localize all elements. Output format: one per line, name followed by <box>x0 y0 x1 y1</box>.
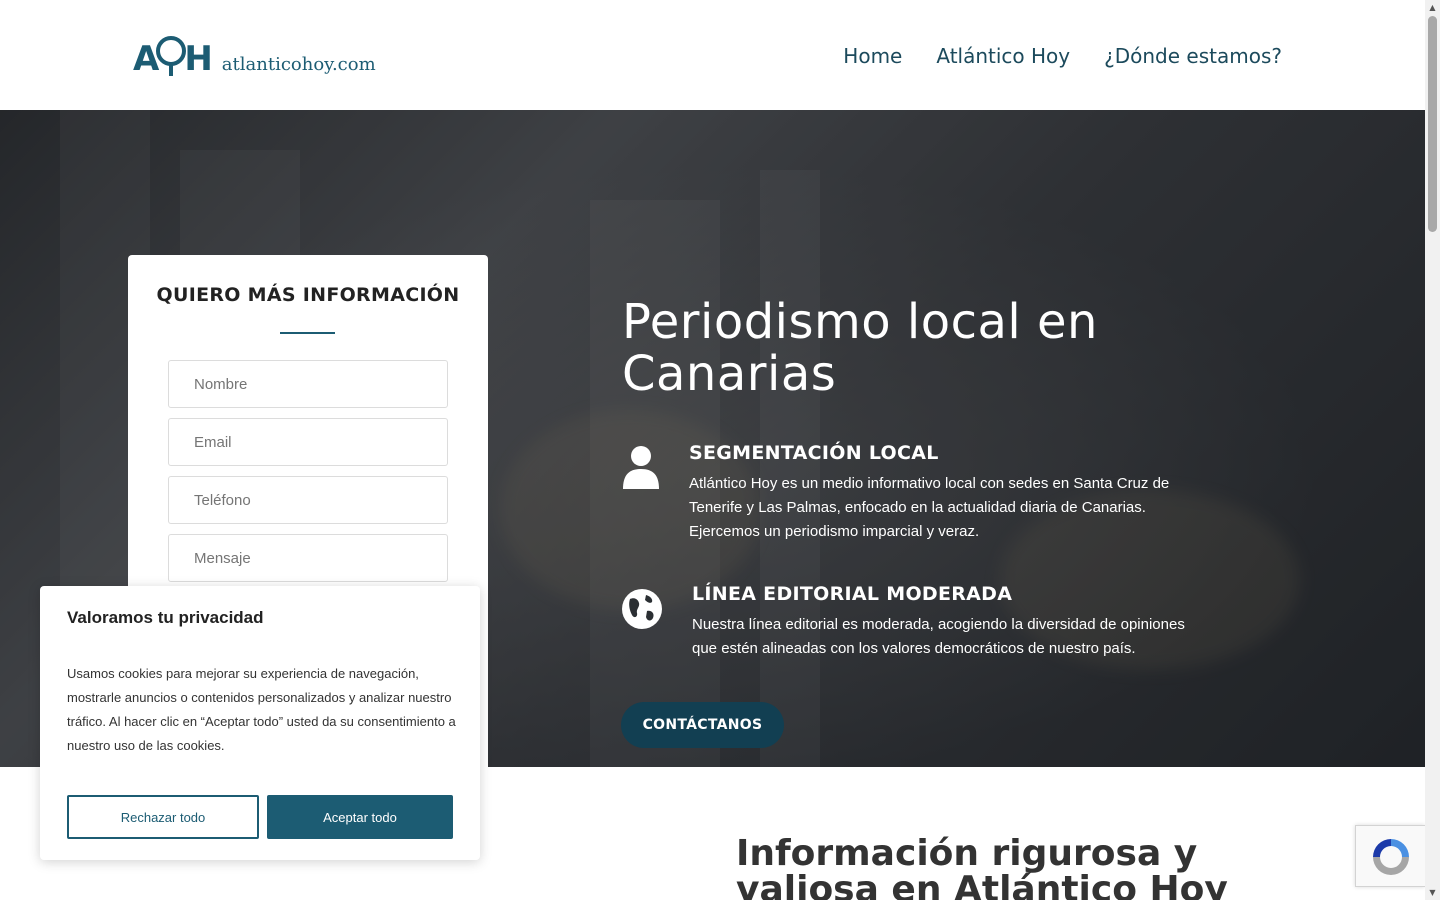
nav-donde-estamos[interactable]: ¿Dónde estamos? <box>1104 44 1282 68</box>
form-title: QUIERO MÁS INFORMACIÓN <box>156 284 460 306</box>
cookie-title: Valoramos tu privacidad <box>67 608 264 627</box>
logo-ring-icon <box>156 36 187 76</box>
site-logo[interactable]: AH atlanticohoy.com <box>133 36 376 79</box>
feature-title-segmentacion: SEGMENTACIÓN LOCAL <box>689 442 939 464</box>
scroll-thumb[interactable] <box>1428 16 1437 232</box>
contact-button[interactable]: CONTÁCTANOS <box>621 702 784 748</box>
nav-home[interactable]: Home <box>843 44 902 68</box>
site-header: AH atlanticohoy.com Home Atlántico Hoy ¿… <box>0 0 1425 110</box>
phone-input[interactable] <box>168 476 448 524</box>
section-title: Información rigurosa y valiosa en Atlánt… <box>736 833 1228 900</box>
hero-title: Periodismo local en Canarias <box>622 294 1098 402</box>
reject-all-button[interactable]: Rechazar todo <box>67 795 259 839</box>
feature-title-linea-editorial: LÍNEA EDITORIAL MODERADA <box>692 583 1013 605</box>
email-input[interactable] <box>168 418 448 466</box>
globe-icon <box>620 587 664 635</box>
logo-mark: AH <box>133 36 213 79</box>
recaptcha-icon <box>1373 839 1409 875</box>
main-nav: Home Atlántico Hoy ¿Dónde estamos? <box>843 44 1282 68</box>
message-input[interactable] <box>168 534 448 582</box>
logo-text: atlanticohoy.com <box>221 54 376 75</box>
name-input[interactable] <box>168 360 448 408</box>
scroll-down-icon[interactable]: ▼ <box>1425 885 1440 900</box>
page-scrollbar[interactable]: ▲ ▼ <box>1425 0 1440 900</box>
feature-text-linea-editorial: Nuestra línea editorial es moderada, aco… <box>692 616 1185 657</box>
form-title-underline <box>280 332 335 334</box>
feature-text-segmentacion: Atlántico Hoy es un medio informativo lo… <box>689 475 1170 540</box>
nav-atlantico-hoy[interactable]: Atlántico Hoy <box>936 44 1070 68</box>
user-icon <box>621 445 661 495</box>
scroll-up-icon[interactable]: ▲ <box>1425 0 1440 15</box>
cookie-text: Usamos cookies para mejorar su experienc… <box>67 666 456 753</box>
recaptcha-badge[interactable] <box>1355 825 1425 887</box>
accept-all-button[interactable]: Aceptar todo <box>267 795 453 839</box>
cookie-banner: Valoramos tu privacidad Usamos cookies p… <box>40 586 480 860</box>
